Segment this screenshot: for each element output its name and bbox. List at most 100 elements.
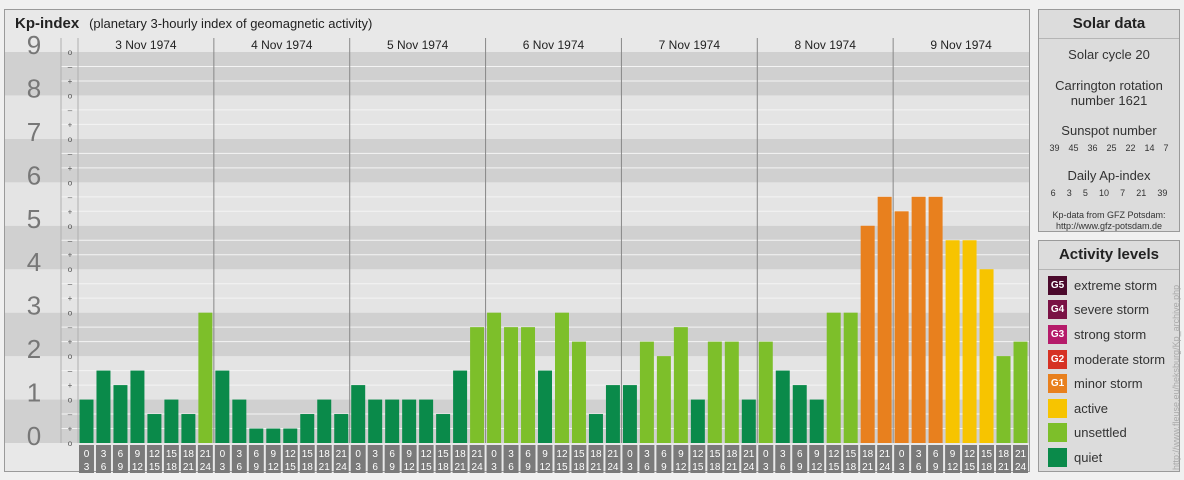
kp-interval-end: 18 [302,462,314,473]
kp-y-minor-label: – [68,193,73,202]
kp-y-minor-label: – [68,62,73,71]
kp-interval-start: 3 [916,449,922,460]
kp-bar [351,385,366,443]
kp-y-minor-label: + [68,338,73,347]
data-credit-link[interactable]: http://www.gfz-potsdam.de [1039,221,1179,232]
kp-y-tick-label: 9 [27,30,41,60]
kp-interval-end: 15 [149,462,161,473]
kp-y-tick-label: 2 [27,334,41,364]
kp-interval-end: 15 [421,462,433,473]
kp-interval-start: 9 [542,449,548,460]
solar-data-panel: Solar data Solar cycle 20 Carrington rot… [1038,9,1180,232]
kp-interval-end: 24 [336,462,348,473]
legend-item-active: active [1048,396,1179,421]
kp-bar [656,356,671,443]
kp-band [5,138,1029,183]
kp-interval-end: 12 [675,462,687,473]
kp-y-minor-label: + [68,120,73,129]
kp-interval-end: 3 [627,462,633,473]
kp-bar [249,428,264,443]
kp-interval-end: 3 [84,462,90,473]
kp-bar [453,370,468,443]
kp-interval-start: 12 [285,449,297,460]
kp-y-minor-label: o [68,352,73,361]
kp-bar [894,211,909,443]
kp-interval-end: 6 [237,462,243,473]
ap-value: 6 [1050,188,1056,198]
kp-bar [605,385,620,443]
kp-interval-start: 0 [899,449,905,460]
kp-bar [1013,341,1028,443]
kp-interval-start: 0 [627,449,633,460]
kp-interval-end: 12 [947,462,959,473]
kp-y-tick-label: 3 [27,291,41,321]
kp-interval-start: 6 [389,449,395,460]
kp-interval-start: 3 [780,449,786,460]
kp-interval-start: 21 [336,449,348,460]
kp-day-label: 9 Nov 1974 [930,38,992,52]
kp-bar [741,399,756,443]
kp-interval-end: 15 [964,462,976,473]
kp-y-minor-label: – [68,410,73,419]
kp-interval-start: 9 [271,449,277,460]
kp-y-minor-label: – [68,323,73,332]
activity-levels-panel: Activity levels G5 extreme storm G4 seve… [1038,240,1180,472]
kp-y-minor-label: + [68,207,73,216]
data-credit: Kp-data from GFZ Potsdam: http://www.gfz… [1039,210,1179,232]
legend-swatch [1048,447,1067,467]
activity-levels-title: Activity levels [1039,241,1179,270]
kp-interval-end: 15 [828,462,840,473]
kp-bar [962,240,977,443]
kp-y-minor-label: + [68,77,73,86]
sunspot-number: 36 [1087,143,1098,153]
kp-bar [555,312,569,443]
kp-day-label: 6 Nov 1974 [523,38,585,52]
kp-bar [147,414,162,443]
kp-interval-end: 24 [200,462,212,473]
kp-interval-start: 12 [556,449,568,460]
kp-interval-end: 6 [644,462,650,473]
legend-label: strong storm [1074,326,1147,342]
kp-interval-start: 3 [508,449,514,460]
kp-interval-start: 3 [644,449,650,460]
legend-label: extreme storm [1074,277,1158,293]
kp-bar [402,399,417,443]
kp-bar [775,370,790,443]
kp-interval-start: 21 [607,449,619,460]
kp-y-minor-label: – [68,236,73,245]
sunspot-number: 22 [1125,143,1136,153]
kp-interval-start: 0 [491,449,497,460]
kp-day-label: 5 Nov 1974 [387,38,449,52]
kp-interval-start: 18 [319,449,331,460]
kp-interval-end: 21 [455,462,467,473]
kp-y-minor-label: + [68,381,73,390]
kp-interval-end: 24 [607,462,619,473]
kp-interval-start: 0 [84,449,90,460]
sunspot-number: 45 [1068,143,1079,153]
carrington-line1: Carrington rotation [1055,78,1163,93]
kp-interval-end: 18 [166,462,178,473]
legend-item-severe-storm: G4 severe storm [1048,298,1179,323]
kp-interval-start: 21 [743,449,755,460]
kp-interval-start: 9 [814,449,820,460]
kp-band [5,182,1029,226]
kp-interval-start: 9 [406,449,412,460]
legend-label: quiet [1074,449,1103,465]
kp-bar [487,312,502,443]
kp-bar [504,327,519,443]
kp-interval-end: 9 [525,462,531,473]
kp-bar [758,341,773,443]
legend-item-quiet: quiet [1048,445,1179,470]
legend-swatch [1048,423,1067,443]
sunspot-number: 39 [1049,143,1060,153]
activity-legend: G5 extreme storm G4 severe storm G3 stro… [1039,270,1179,470]
kp-band [5,95,1029,139]
kp-y-minor-label: – [68,106,73,115]
kp-bar [300,414,315,443]
kp-bar [911,196,926,443]
kp-interval-end: 15 [692,462,704,473]
sunspot-title: Sunspot number [1061,123,1157,138]
legend-swatch: G2 [1048,349,1067,369]
sunspot-number: 14 [1144,143,1155,153]
carrington-line2: number 1621 [1070,93,1148,108]
